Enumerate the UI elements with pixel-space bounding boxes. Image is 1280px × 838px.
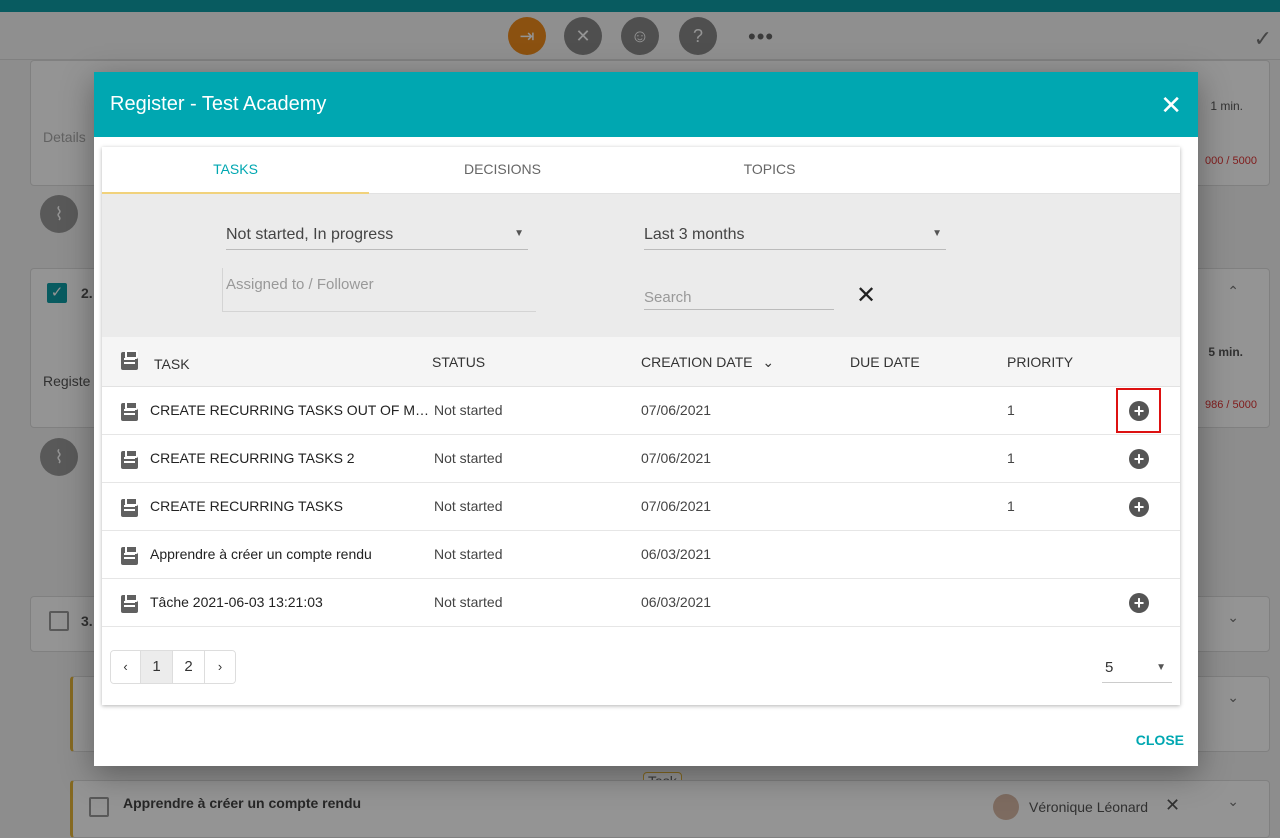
table-row[interactable]: CREATE RECURRING TASKS Not started 07/06… xyxy=(102,483,1180,531)
task-status: Not started xyxy=(434,402,503,418)
filter-bar: Not started, In progress ▼ Last 3 months… xyxy=(102,194,1180,337)
dropdown-arrow-icon: ▼ xyxy=(1156,662,1166,673)
next-page-button[interactable]: › xyxy=(205,651,235,683)
tab-bar: TASKS DECISIONS TOPICS xyxy=(102,147,1180,194)
status-filter-value: Not started, In progress xyxy=(226,226,394,243)
clear-filters-icon[interactable]: ✕ xyxy=(856,284,876,308)
dropdown-arrow-icon: ▼ xyxy=(932,228,942,239)
close-icon[interactable]: ✕ xyxy=(1160,92,1182,118)
add-task-icon[interactable]: + xyxy=(1129,449,1149,469)
clipboard-icon xyxy=(121,545,138,565)
task-name: CREATE RECURRING TASKS OUT OF MEETINGS xyxy=(150,402,430,418)
rows-per-page-value: 5 xyxy=(1105,659,1114,676)
page-button-1[interactable]: 1 xyxy=(141,651,173,683)
clipboard-icon xyxy=(121,497,138,517)
task-creation-date: 06/03/2021 xyxy=(641,546,712,562)
task-name: Apprendre à créer un compte rendu xyxy=(150,546,372,562)
rows-per-page-select[interactable]: 5 ▼ xyxy=(1102,655,1172,683)
pagination: ‹ 1 2 › xyxy=(110,650,236,684)
sort-descending-icon[interactable]: ⌄ xyxy=(762,354,774,370)
clipboard-icon xyxy=(121,350,138,370)
task-priority: 1 xyxy=(1007,498,1015,514)
dropdown-arrow-icon: ▼ xyxy=(514,228,524,239)
table-row[interactable]: Apprendre à créer un compte rendu Not st… xyxy=(102,531,1180,579)
clipboard-icon xyxy=(121,593,138,613)
add-task-icon[interactable]: + xyxy=(1129,497,1149,517)
column-header-due-date[interactable]: DUE DATE xyxy=(850,354,920,370)
register-panel: TASKS DECISIONS TOPICS Not started, In p… xyxy=(102,147,1180,705)
table-row[interactable]: Tâche 2021-06-03 13:21:03 Not started 06… xyxy=(102,579,1180,627)
close-button[interactable]: CLOSE xyxy=(1136,732,1184,748)
dialog-title: Register - Test Academy xyxy=(110,93,327,115)
task-priority: 1 xyxy=(1007,402,1015,418)
table-row[interactable]: CREATE RECURRING TASKS OUT OF MEETINGS N… xyxy=(102,387,1180,435)
task-creation-date: 07/06/2021 xyxy=(641,450,712,466)
column-header-status[interactable]: STATUS xyxy=(432,354,485,370)
period-filter-value: Last 3 months xyxy=(644,226,745,243)
tab-decisions[interactable]: DECISIONS xyxy=(369,147,636,193)
table-row[interactable]: CREATE RECURRING TASKS 2 Not started 07/… xyxy=(102,435,1180,483)
add-task-icon[interactable]: + xyxy=(1129,593,1149,613)
period-filter-select[interactable]: Last 3 months ▼ xyxy=(644,222,946,250)
column-header-creation-date[interactable]: CREATION DATE ⌄ xyxy=(641,354,774,371)
task-name: CREATE RECURRING TASKS xyxy=(150,498,343,514)
search-input[interactable] xyxy=(644,286,834,310)
table-header: TASK STATUS CREATION DATE ⌄ DUE DATE PRI… xyxy=(102,337,1180,387)
task-status: Not started xyxy=(434,594,503,610)
creation-date-label: CREATION DATE xyxy=(641,354,753,370)
task-status: Not started xyxy=(434,450,503,466)
task-creation-date: 07/06/2021 xyxy=(641,498,712,514)
register-dialog: Register - Test Academy ✕ TASKS DECISION… xyxy=(94,72,1198,766)
column-header-task: TASK xyxy=(154,356,190,372)
page-button-2[interactable]: 2 xyxy=(173,651,205,683)
clipboard-icon xyxy=(121,401,138,421)
task-status: Not started xyxy=(434,546,503,562)
tab-tasks[interactable]: TASKS xyxy=(102,147,369,194)
add-task-icon[interactable]: + xyxy=(1129,401,1149,421)
task-name: CREATE RECURRING TASKS 2 xyxy=(150,450,355,466)
tab-topics[interactable]: TOPICS xyxy=(636,147,903,193)
dialog-header: Register - Test Academy ✕ xyxy=(94,72,1198,137)
clipboard-icon xyxy=(121,449,138,469)
prev-page-button[interactable]: ‹ xyxy=(111,651,141,683)
status-filter-select[interactable]: Not started, In progress ▼ xyxy=(226,222,528,250)
task-creation-date: 06/03/2021 xyxy=(641,594,712,610)
task-status: Not started xyxy=(434,498,503,514)
task-priority: 1 xyxy=(1007,450,1015,466)
assigned-follower-input[interactable] xyxy=(222,268,536,312)
task-creation-date: 07/06/2021 xyxy=(641,402,712,418)
table-body: CREATE RECURRING TASKS OUT OF MEETINGS N… xyxy=(102,387,1180,627)
column-header-priority[interactable]: PRIORITY xyxy=(1007,354,1073,370)
task-name: Tâche 2021-06-03 13:21:03 xyxy=(150,594,323,610)
